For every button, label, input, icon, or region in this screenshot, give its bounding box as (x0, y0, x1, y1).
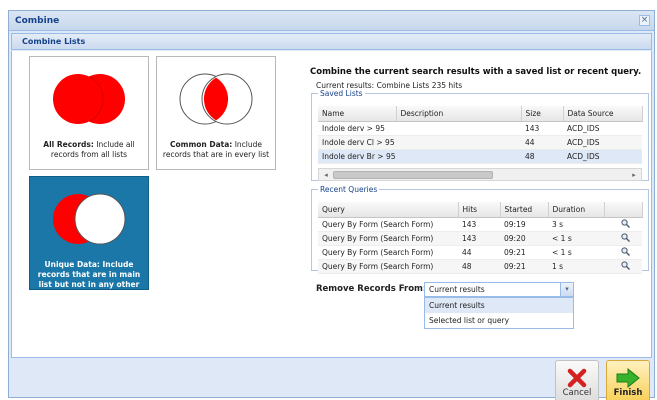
dropdown-option-selected-list[interactable]: Selected list or query (425, 313, 573, 328)
green-arrow-icon (616, 367, 640, 389)
cell-size: 143 (521, 121, 563, 136)
finish-button[interactable]: Finish (606, 360, 650, 400)
combine-content: All Records: Include all records from al… (11, 51, 652, 358)
venn-union-icon (53, 74, 125, 124)
recent-queries-grid: Query Hits Started Duration Query By For… (318, 202, 643, 274)
option-description: All Records: Include all records from al… (34, 140, 144, 160)
cancel-label: Cancel (562, 388, 592, 398)
saved-lists-grid: Name Description Size Data Source Indole… (318, 106, 643, 164)
scroll-right-icon[interactable]: ▸ (629, 170, 639, 180)
cell-name: Indole derv Br > 95 (318, 149, 396, 164)
table-row[interactable]: Indole derv > 95 143 ACD_IDS (318, 121, 642, 136)
cell-action (604, 259, 642, 274)
cell-action (604, 245, 642, 260)
cell-name: Indole derv > 95 (318, 121, 396, 136)
cell-hits: 48 (458, 259, 500, 274)
cell-description (396, 135, 521, 150)
saved-lists-scrollbar[interactable]: ◂ ▸ (318, 168, 642, 181)
cell-query: Query By Form (Search Form) (318, 231, 458, 246)
column-header-description[interactable]: Description (396, 106, 522, 122)
select-value: Current results (429, 285, 485, 294)
dialog-titlebar: Combine × (9, 11, 654, 31)
cell-description (396, 149, 521, 164)
cell-data-source: ACD_IDS (563, 149, 642, 164)
venn-intersection-icon (179, 73, 253, 125)
table-row[interactable]: Query By Form (Search Form) 143 09:19 3 … (318, 217, 642, 232)
table-row-selected[interactable]: Indole derv Br > 95 48 ACD_IDS (318, 149, 642, 164)
cell-size: 44 (521, 135, 563, 150)
remove-records-label: Remove Records From: (316, 284, 427, 294)
option-description: Common Data: Include records that are in… (161, 140, 271, 160)
column-header-data-source[interactable]: Data Source (563, 106, 643, 122)
dialog-footer: Cancel Finish (11, 358, 652, 400)
column-header-hits[interactable]: Hits (458, 202, 501, 218)
cell-action (604, 217, 642, 232)
option-title: All Records: (43, 140, 94, 149)
finish-label: Finish (613, 388, 643, 398)
cell-started: 09:21 (500, 259, 548, 274)
panel-header: Combine Lists (11, 33, 652, 50)
cell-name: Indole derv Cl > 95 (318, 135, 396, 150)
venn-difference-icon (53, 193, 126, 245)
cell-started: 09:20 (500, 231, 548, 246)
cell-duration: < 1 s (548, 231, 604, 246)
combine-heading: Combine the current search results with … (310, 67, 642, 77)
option-common-data[interactable]: Common Data: Include records that are in… (156, 56, 276, 170)
dropdown-option-current-results[interactable]: Current results (425, 298, 573, 313)
table-row[interactable]: Query By Form (Search Form) 143 09:20 < … (318, 231, 642, 246)
magnifier-icon[interactable] (620, 232, 630, 242)
cell-started: 09:21 (500, 245, 548, 260)
saved-lists-legend: Saved Lists (320, 89, 363, 98)
table-row[interactable]: Indole derv Cl > 95 44 ACD_IDS (318, 135, 642, 150)
remove-records-dropdown: Current results Selected list or query (424, 297, 574, 329)
cell-size: 48 (521, 149, 563, 164)
cell-data-source: ACD_IDS (563, 121, 642, 136)
option-title: Unique Data: (44, 260, 100, 269)
column-header-started[interactable]: Started (500, 202, 549, 218)
scroll-left-icon[interactable]: ◂ (321, 170, 331, 180)
dialog-title: Combine (15, 16, 60, 26)
cell-query: Query By Form (Search Form) (318, 259, 458, 274)
table-row[interactable]: Query By Form (Search Form) 48 09:21 1 s (318, 259, 642, 274)
option-unique-data[interactable]: Unique Data: Include records that are in… (29, 176, 149, 290)
cell-duration: 3 s (548, 217, 604, 232)
cell-hits: 143 (458, 231, 500, 246)
magnifier-icon[interactable] (620, 246, 630, 256)
combine-dialog: Combine × Combine Lists All Records: Inc… (8, 10, 655, 400)
recent-queries-legend: Recent Queries (320, 185, 378, 194)
table-row[interactable]: Query By Form (Search Form) 44 09:21 < 1… (318, 245, 642, 260)
grid-header-row: Name Description Size Data Source (318, 106, 643, 122)
scrollbar-thumb[interactable] (333, 171, 493, 179)
close-icon[interactable]: × (639, 15, 650, 26)
red-x-icon (567, 368, 587, 388)
cell-duration: < 1 s (548, 245, 604, 260)
grid-header-row: Query Hits Started Duration (318, 202, 643, 218)
cell-started: 09:19 (500, 217, 548, 232)
magnifier-icon[interactable] (620, 260, 630, 270)
column-header-action (604, 202, 643, 218)
cell-action (604, 231, 642, 246)
column-header-name[interactable]: Name (318, 106, 397, 122)
column-header-duration[interactable]: Duration (548, 202, 605, 218)
cell-data-source: ACD_IDS (563, 135, 642, 150)
option-title: Common Data: (169, 140, 233, 149)
option-all-records[interactable]: All Records: Include all records from al… (29, 56, 149, 170)
panel-title: Combine Lists (22, 37, 86, 46)
cell-hits: 44 (458, 245, 500, 260)
cell-duration: 1 s (548, 259, 604, 274)
option-description: Unique Data: Include records that are in… (34, 260, 144, 290)
chevron-down-icon[interactable]: ▾ (560, 283, 573, 296)
column-header-query[interactable]: Query (318, 202, 459, 218)
magnifier-icon[interactable] (620, 218, 630, 228)
cell-description (396, 121, 521, 136)
saved-lists-group: Saved Lists Name Description Size Data S… (311, 89, 649, 181)
cell-hits: 143 (458, 217, 500, 232)
column-header-size[interactable]: Size (521, 106, 564, 122)
remove-records-select[interactable]: Current results ▾ (424, 282, 574, 297)
recent-queries-group: Recent Queries Query Hits Started Durati… (311, 185, 649, 274)
cancel-button[interactable]: Cancel (555, 360, 599, 400)
cell-query: Query By Form (Search Form) (318, 217, 458, 232)
cell-query: Query By Form (Search Form) (318, 245, 458, 260)
